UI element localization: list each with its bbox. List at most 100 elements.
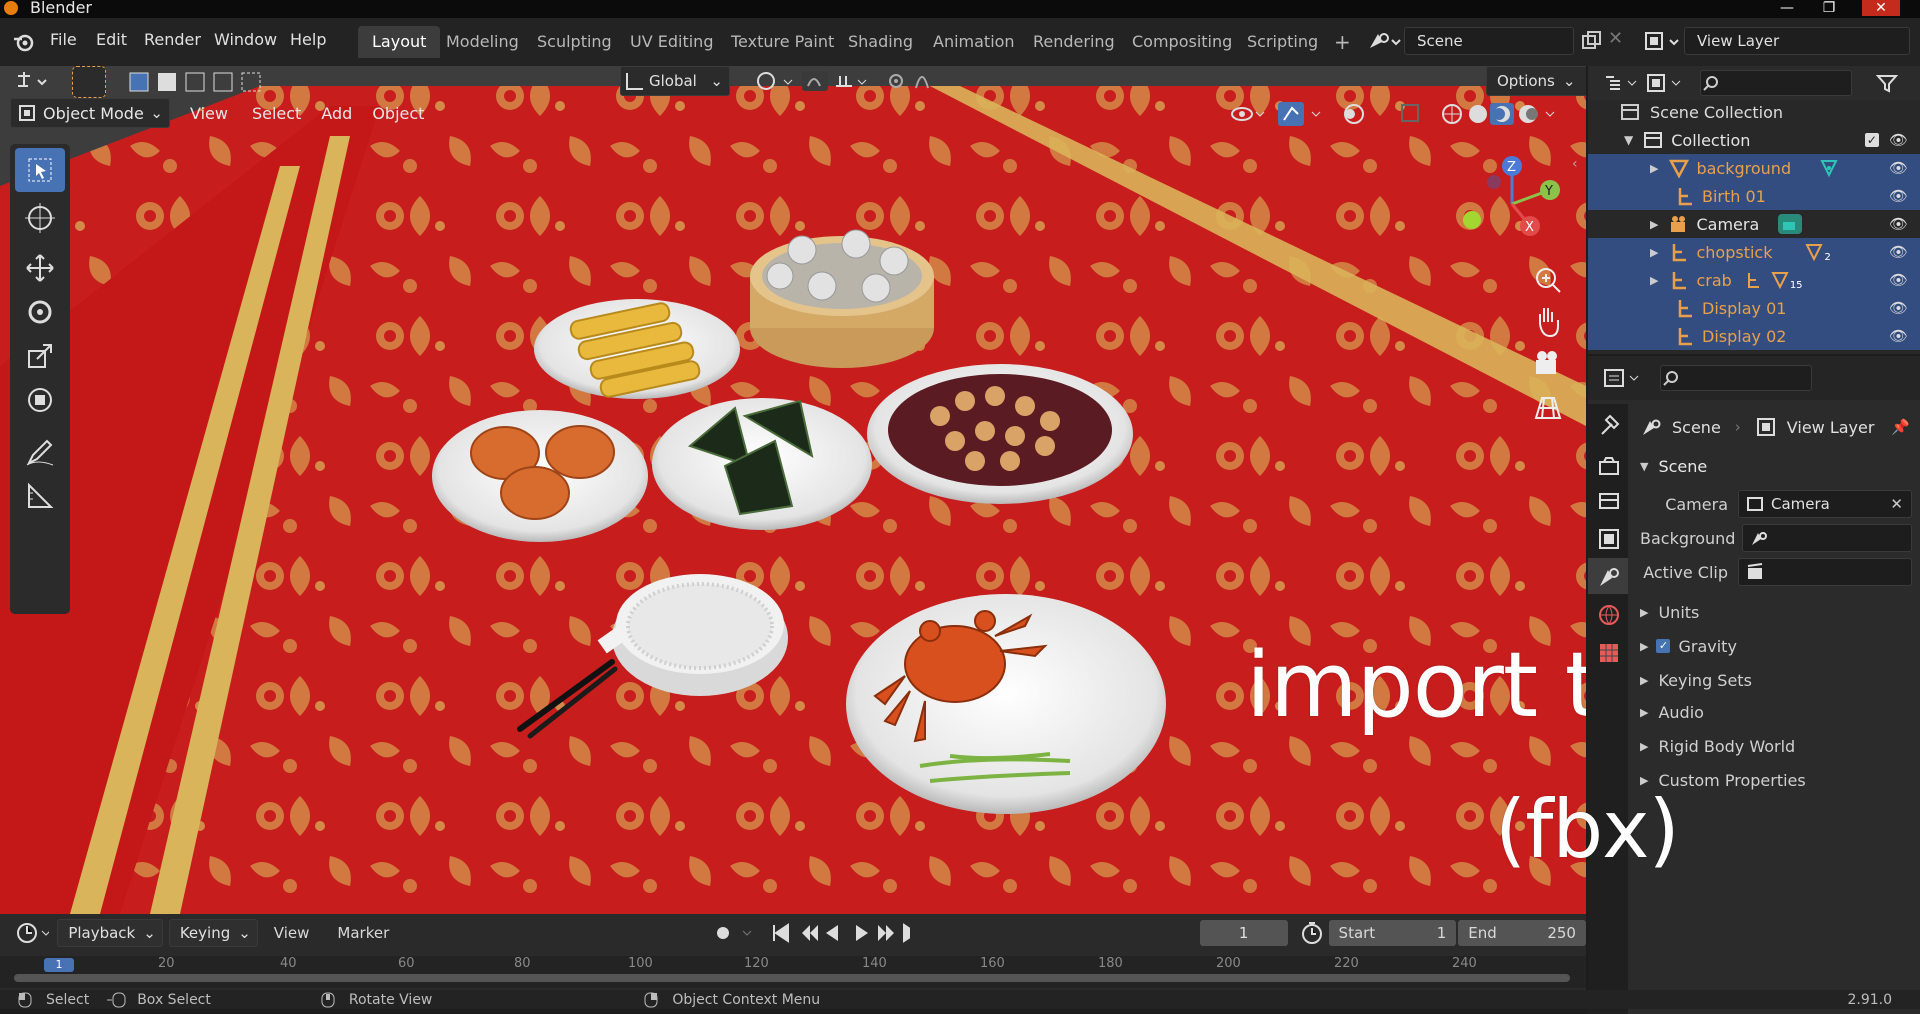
viewport-menu-object[interactable]: Object (372, 104, 424, 123)
outliner-row-scene-collection[interactable]: Scene Collection (1588, 98, 1920, 126)
eye-icon[interactable]: 👁 (1889, 187, 1908, 205)
delete-scene-icon[interactable]: ✕ (1608, 28, 1623, 49)
scene-name-field[interactable]: Scene (1404, 27, 1574, 55)
tab-layout[interactable]: Layout (358, 26, 441, 58)
playback-dropdown[interactable]: Playback ⌄ (57, 919, 163, 947)
eye-icon[interactable]: 👁 (1889, 243, 1908, 261)
properties-editor-icon[interactable] (1602, 366, 1642, 390)
tab-texture-paint[interactable]: Texture Paint (717, 26, 848, 58)
eye-icon[interactable]: 👁 (1889, 327, 1908, 345)
outliner-search-input[interactable] (1700, 70, 1852, 96)
custom-properties-section[interactable]: ▶ Custom Properties (1640, 766, 1910, 794)
start-frame-field[interactable]: Start 1 (1328, 920, 1457, 946)
tab-animation[interactable]: Animation (919, 26, 1029, 58)
cursor-tool[interactable] (15, 196, 65, 240)
timeline-ruler[interactable]: 1 20 40 60 80 100 120 140 160 180 200 22… (0, 956, 1586, 988)
playhead-frame-indicator[interactable]: 1 (44, 958, 74, 972)
tool-tab-icon[interactable] (1596, 412, 1622, 438)
maximize-button[interactable]: ❐ (1810, 0, 1848, 16)
clear-field-icon[interactable]: ✕ (1890, 495, 1903, 513)
menu-help[interactable]: Help (290, 30, 326, 49)
expand-arrow-icon[interactable]: ▶ (1650, 162, 1658, 175)
tab-sculpting[interactable]: Sculpting (523, 26, 626, 58)
timeline-editor-icon[interactable] (14, 920, 50, 946)
snapping-proportional-icons[interactable] (750, 68, 950, 94)
3d-viewport[interactable]: Global ⌄ Options ⌄ Object Mode ⌄ View Se… (0, 66, 1586, 914)
blender-menu-icon[interactable] (12, 30, 36, 54)
eye-icon[interactable]: 👁 (1889, 271, 1908, 289)
menu-edit[interactable]: Edit (96, 30, 127, 49)
view-layer-field[interactable]: View Layer (1684, 27, 1910, 55)
zoom-icon[interactable] (1530, 262, 1566, 298)
render-tab-icon[interactable] (1596, 454, 1622, 480)
view-layer-filter-icon[interactable] (1642, 71, 1686, 95)
sidebar-toggle-icon[interactable]: ‹ (1572, 156, 1578, 172)
background-property-field[interactable] (1742, 524, 1912, 552)
outliner-row-chopstick[interactable]: ▶ chopstick 2 👁 (1588, 238, 1920, 266)
scene-tab-icon[interactable] (1596, 564, 1622, 590)
select-box-tool[interactable] (15, 148, 65, 192)
tab-shading[interactable]: Shading (834, 26, 927, 58)
view-layer-tab-icon[interactable] (1596, 526, 1622, 552)
navigation-gizmo[interactable]: Z Y X (1450, 152, 1570, 272)
timeline-scrollbar[interactable] (14, 974, 1570, 982)
scene-render[interactable] (0, 66, 1586, 914)
timeline-menu-view[interactable]: View (274, 924, 310, 942)
properties-search-input[interactable] (1660, 365, 1812, 391)
menu-window[interactable]: Window (214, 30, 277, 49)
view-layer-selector[interactable]: View Layer (1640, 26, 1910, 56)
scene-selector[interactable]: Scene (1364, 26, 1574, 56)
editor-type-icon[interactable] (14, 68, 54, 94)
checkbox-icon[interactable]: ✓ (1864, 133, 1879, 147)
units-section[interactable]: ▶ Units (1640, 598, 1910, 626)
eye-icon[interactable]: 👁 (1889, 131, 1908, 149)
camera-view-icon[interactable] (1530, 346, 1566, 386)
gravity-checkbox[interactable]: ✓ (1656, 639, 1671, 653)
tab-uv-editing[interactable]: UV Editing (616, 26, 727, 58)
viewport-menu-add[interactable]: Add (321, 104, 352, 123)
stopwatch-icon[interactable] (1298, 920, 1323, 946)
viewport-menu-view[interactable]: View (190, 104, 228, 123)
playback-controls[interactable] (768, 920, 910, 946)
tab-rendering[interactable]: Rendering (1019, 26, 1129, 58)
annotate-tool[interactable] (15, 430, 65, 474)
pan-hand-icon[interactable] (1530, 302, 1566, 342)
eye-icon[interactable]: 👁 (1889, 215, 1908, 233)
object-mode-dropdown[interactable]: Object Mode ⌄ (10, 98, 170, 128)
timeline-menu-marker[interactable]: Marker (337, 924, 389, 942)
filter-icon[interactable] (1876, 72, 1898, 94)
scale-tool[interactable] (15, 334, 65, 378)
record-keyframe-icon[interactable] (709, 920, 762, 946)
audio-section[interactable]: ▶ Audio (1640, 698, 1910, 726)
gravity-section[interactable]: ▶ ✓ Gravity (1640, 632, 1910, 660)
eye-icon[interactable]: 👁 (1889, 299, 1908, 317)
world-tab-icon[interactable] (1596, 602, 1622, 628)
expand-arrow-icon[interactable]: ▶ (1650, 218, 1658, 231)
tab-scripting[interactable]: Scripting (1233, 26, 1332, 58)
outliner-row-collection[interactable]: ▼ Collection ✓ 👁 (1588, 126, 1920, 154)
move-tool[interactable] (15, 246, 65, 290)
rotate-tool[interactable] (15, 290, 65, 334)
measure-tool[interactable] (15, 474, 65, 518)
display-mode-icon[interactable] (1602, 71, 1642, 95)
tab-modeling[interactable]: Modeling (432, 26, 533, 58)
add-workspace-button[interactable]: + (1320, 26, 1365, 58)
select-mode-icon[interactable] (72, 66, 106, 98)
scene-panel-header[interactable]: ▼ Scene (1640, 452, 1910, 480)
viewport-shading-icons[interactable] (1226, 100, 1566, 128)
expand-arrow-icon[interactable]: ▼ (1624, 133, 1633, 147)
end-frame-field[interactable]: End 250 (1458, 920, 1586, 946)
close-window-button[interactable]: ✕ (1862, 0, 1900, 16)
outliner-row-birth-01[interactable]: Birth 01 👁 (1588, 182, 1920, 210)
outliner-row-camera[interactable]: ▶ Camera 👁 (1588, 210, 1920, 238)
output-tab-icon[interactable] (1596, 490, 1622, 516)
breadcrumb-scene[interactable]: Scene (1672, 418, 1721, 437)
current-frame-field[interactable]: 1 (1199, 920, 1288, 946)
pin-icon[interactable]: 📌 (1891, 418, 1910, 436)
rigid-body-world-section[interactable]: ▶ Rigid Body World (1640, 732, 1910, 760)
texture-tab-icon[interactable] (1596, 640, 1622, 666)
breadcrumb-view-layer[interactable]: View Layer (1787, 418, 1875, 437)
eye-icon[interactable]: 👁 (1889, 159, 1908, 177)
viewport-menu-select[interactable]: Select (252, 104, 301, 123)
new-scene-icon[interactable] (1580, 30, 1602, 52)
